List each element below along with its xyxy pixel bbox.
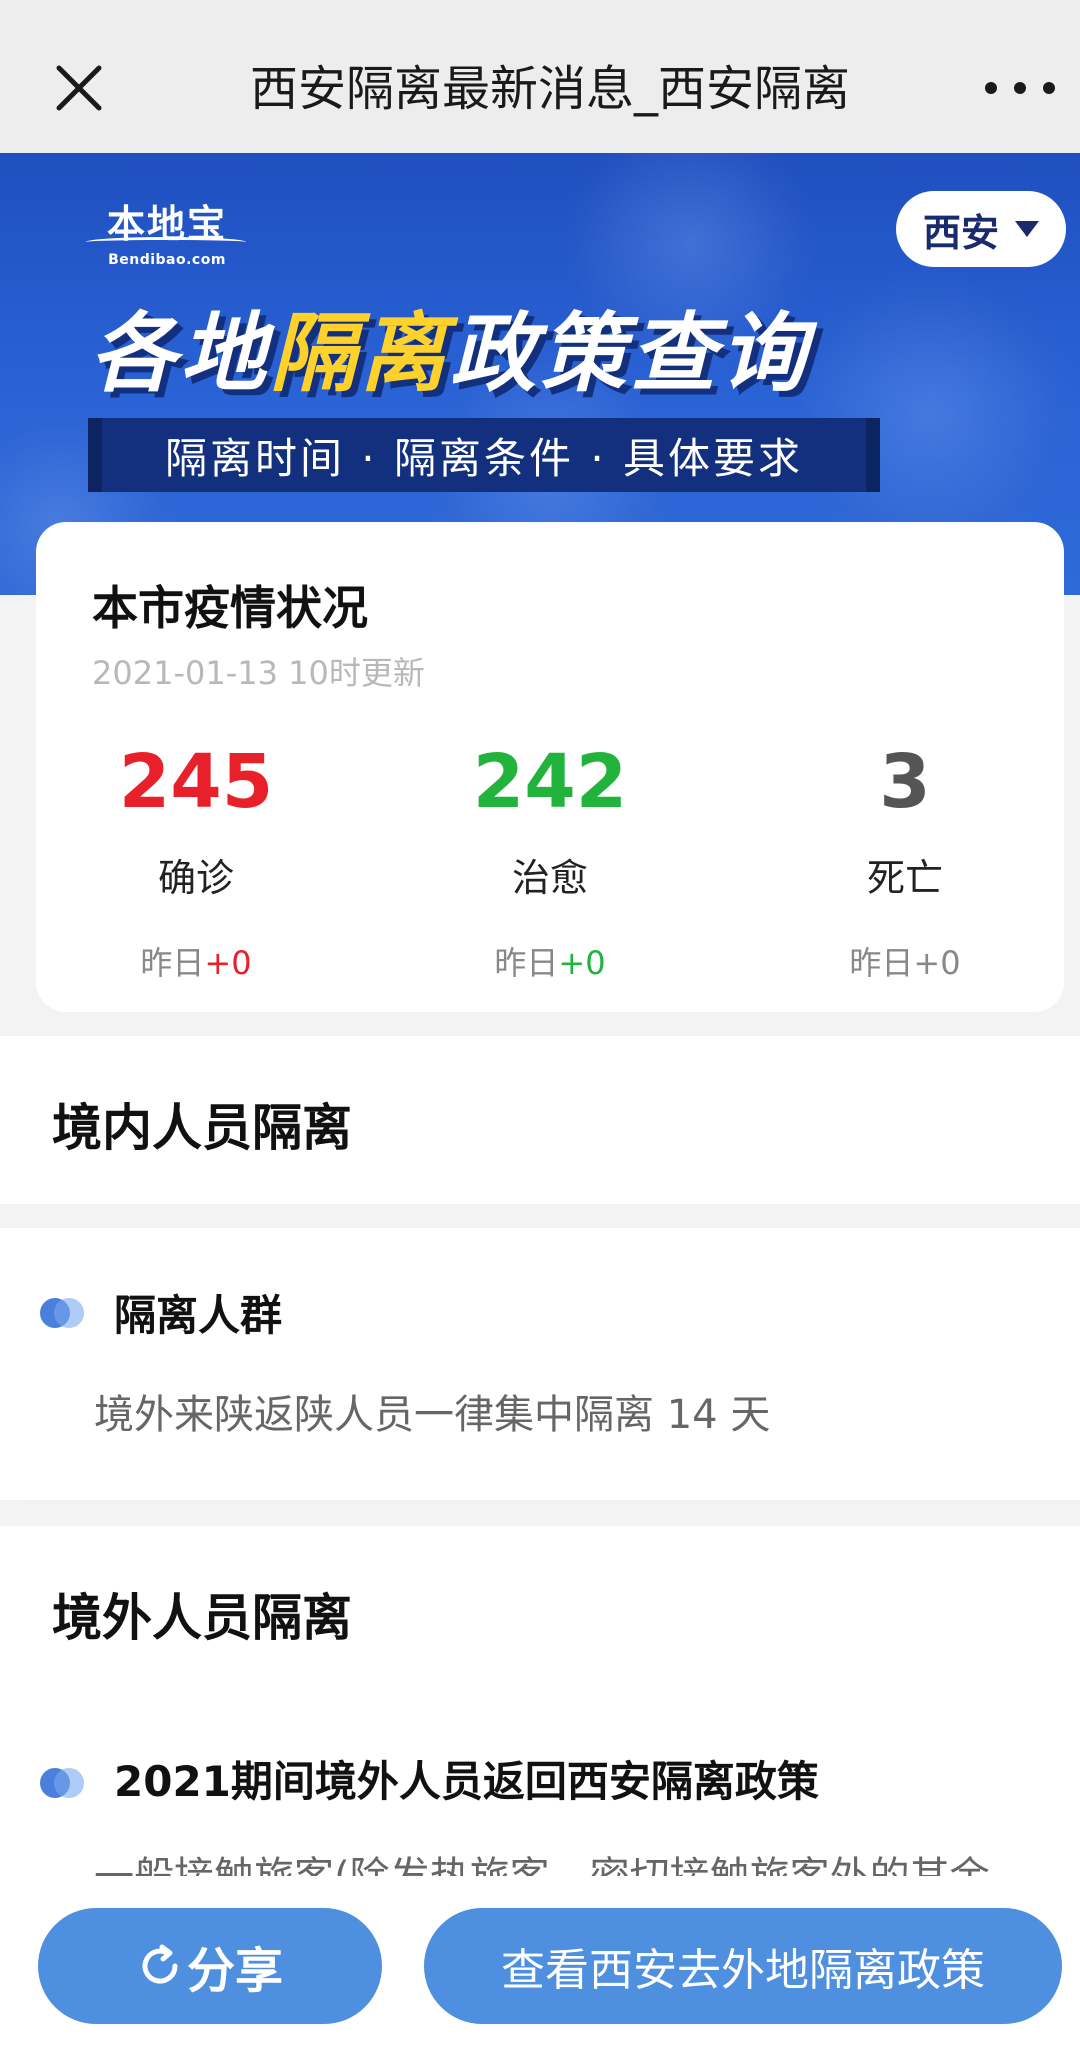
stat-delta-prefix: 昨日	[494, 944, 559, 982]
stat-label: 确诊	[157, 856, 234, 900]
share-button[interactable]: 分享	[38, 1908, 382, 2024]
more-menu-button[interactable]	[985, 70, 1055, 106]
item-title: 隔离人群	[114, 1291, 283, 1340]
item-description: 境外来陕返陕人员一律集中隔离 14 天	[94, 1392, 771, 1438]
headline-highlight: 隔离	[270, 304, 450, 404]
epidemic-stats-card: 本市疫情状况 2021-01-13 10时更新 245 确诊 昨日+0 242 …	[36, 522, 1064, 1012]
domestic-quarantine-section: 境内人员隔离	[0, 1036, 1080, 1204]
banner-headline: 各地隔离政策查询	[90, 283, 810, 404]
stat-cured: 242 治愈 昨日+0	[390, 737, 710, 984]
stat-label: 死亡	[866, 856, 943, 900]
headline-part1: 各地	[90, 304, 270, 404]
bullet-toggle-icon	[40, 1768, 86, 1798]
more-dot-icon	[1043, 82, 1055, 94]
bendibao-logo: 本地宝 Bendibao.com	[86, 193, 246, 268]
quarantine-group-item: 隔离人群 境外来陕返陕人员一律集中隔离 14 天	[0, 1228, 1080, 1500]
stat-delta: 昨日+0	[390, 938, 710, 984]
banner-subtitle: 隔离时间 · 隔离条件 · 具体要求	[164, 433, 804, 483]
stat-confirmed: 245 确诊 昨日+0	[36, 737, 356, 984]
city-label: 西安	[922, 210, 999, 255]
banner-subtitle-bar: 隔离时间 · 隔离条件 · 具体要求	[88, 418, 880, 492]
logo-domain: Bendibao.com	[108, 252, 226, 268]
city-selector[interactable]: 西安	[896, 191, 1066, 267]
virus-decoration	[780, 263, 1080, 563]
close-icon	[56, 65, 102, 111]
stat-value: 242	[472, 739, 628, 825]
stats-updated-time: 2021-01-13 10时更新	[92, 654, 425, 692]
top-nav-bar: 西安隔离最新消息_西安隔离	[0, 0, 1080, 153]
logo-swoosh	[86, 237, 246, 247]
share-label: 分享	[186, 1943, 283, 1999]
more-dot-icon	[1014, 82, 1026, 94]
more-dot-icon	[985, 82, 997, 94]
stat-label: 治愈	[511, 856, 588, 900]
stat-delta-value: +0	[204, 944, 252, 982]
stat-delta-value: +0	[558, 944, 606, 982]
headline-part2: 政策查询	[450, 304, 810, 404]
stat-value: 3	[879, 739, 931, 825]
divider	[26, 1500, 1080, 1504]
item-title[interactable]: 2021期间境外人员返回西安隔离政策	[114, 1748, 819, 1809]
close-button[interactable]	[44, 50, 114, 126]
section-heading: 境外人员隔离	[52, 1589, 352, 1647]
stat-deaths: 3 死亡 昨日+0	[745, 737, 1065, 984]
stat-delta-value: +0	[913, 944, 961, 982]
view-policy-label: 查看西安去外地隔离政策	[501, 1945, 985, 1996]
caret-down-icon	[1015, 221, 1039, 237]
view-policy-button[interactable]: 查看西安去外地隔离政策	[424, 1908, 1062, 2024]
stat-delta-prefix: 昨日	[849, 944, 914, 982]
share-refresh-icon	[142, 1944, 178, 1984]
stat-delta: 昨日+0	[36, 938, 356, 984]
bullet-toggle-icon	[40, 1298, 86, 1328]
stats-title: 本市疫情状况	[92, 581, 368, 635]
bottom-action-bar: 分享 查看西安去外地隔离政策	[0, 1876, 1080, 2046]
page: 西安隔离最新消息_西安隔离 本地宝 Bendibao.com 西安 各地隔离政策…	[0, 0, 1080, 2046]
stat-delta-prefix: 昨日	[140, 944, 205, 982]
section-heading: 境内人员隔离	[52, 1099, 352, 1157]
page-title: 西安隔离最新消息_西安隔离	[250, 61, 851, 117]
stat-delta: 昨日+0	[745, 938, 1065, 984]
stat-value: 245	[118, 739, 274, 825]
